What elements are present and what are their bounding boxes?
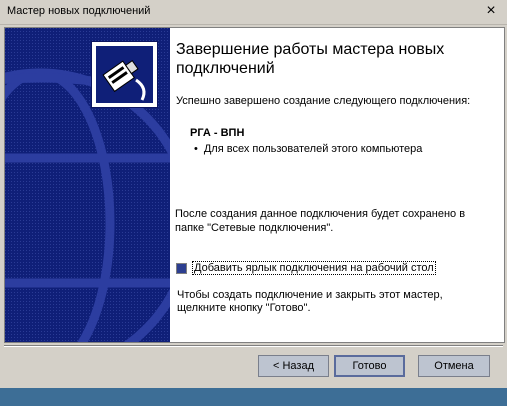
desktop-shortcut-option[interactable]: Добавить ярлык подключения на рабочий ст… bbox=[176, 261, 436, 275]
taskbar-strip bbox=[0, 388, 507, 406]
connection-detail: • Для всех пользователей этого компьютер… bbox=[194, 143, 422, 155]
connection-name: РГА - ВПН bbox=[190, 127, 245, 139]
close-icon[interactable]: × bbox=[483, 3, 499, 19]
window-title: Мастер новых подключений bbox=[7, 5, 151, 17]
title-bar: Мастер новых подключений × bbox=[0, 0, 507, 25]
wizard-banner bbox=[5, 28, 170, 342]
network-cable-icon bbox=[91, 41, 158, 108]
finish-hint: Чтобы создать подключение и закрыть этот… bbox=[177, 289, 443, 314]
desktop-shortcut-checkbox[interactable] bbox=[176, 262, 187, 274]
finish-button[interactable]: Готово bbox=[334, 355, 405, 377]
save-location-note: После создания данное подключения будет … bbox=[175, 208, 466, 234]
cancel-button[interactable]: Отмена bbox=[418, 355, 490, 377]
desktop-shortcut-label[interactable]: Добавить ярлык подключения на рабочий ст… bbox=[192, 261, 436, 275]
divider bbox=[4, 345, 503, 347]
wizard-panel: Завершение работы мастера новых подключе… bbox=[4, 27, 505, 343]
back-button[interactable]: < Назад bbox=[258, 355, 329, 377]
bullet-icon: • bbox=[194, 143, 198, 155]
intro-text: Успешно завершено создание следующего по… bbox=[176, 95, 471, 107]
wizard-content: Завершение работы мастера новых подключе… bbox=[171, 28, 504, 342]
page-title: Завершение работы мастера новых подключе… bbox=[176, 41, 445, 77]
connection-scope: Для всех пользователей этого компьютера bbox=[203, 143, 423, 155]
